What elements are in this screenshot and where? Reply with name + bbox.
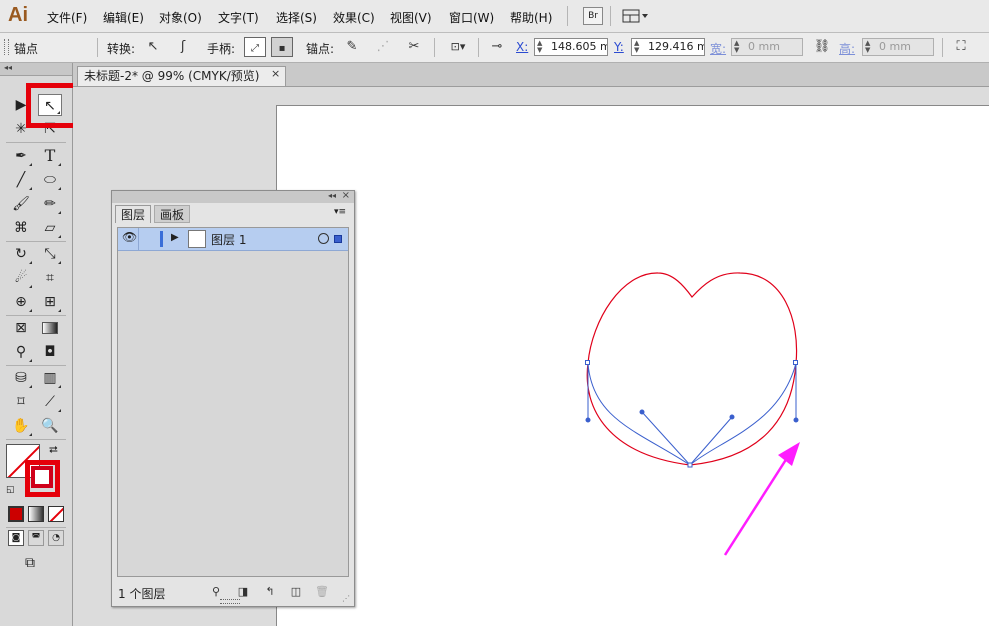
row-divider bbox=[138, 228, 139, 250]
layer-row[interactable]: 👁 ▶ 图层 1 bbox=[118, 228, 348, 251]
layer-name[interactable]: 图层 1 bbox=[211, 231, 246, 248]
layers-panel-header[interactable]: ◂◂ × bbox=[112, 190, 354, 203]
clipping-mask-icon[interactable]: ◨ bbox=[235, 585, 251, 599]
layer-thumbnail bbox=[188, 230, 206, 248]
target-circle-icon[interactable] bbox=[318, 233, 329, 244]
layers-panel: ◂◂ × 图层 画板 ▾≡ 👁 ▶ 图层 1 1 个图层 ⚲ ◨ ↰ ◫ 🗑 ⋰ bbox=[111, 190, 355, 607]
tab-artboards[interactable]: 画板 bbox=[154, 205, 191, 223]
panel-menu-icon[interactable]: ▾≡ bbox=[334, 207, 346, 217]
delete-layer-icon[interactable]: 🗑 bbox=[314, 585, 330, 599]
resize-grip-icon[interactable] bbox=[220, 599, 240, 604]
layer-count: 1 个图层 bbox=[118, 587, 166, 601]
close-panel-icon[interactable]: × bbox=[342, 190, 350, 201]
heart-path[interactable] bbox=[586, 272, 798, 466]
selection-indicator-icon[interactable] bbox=[334, 235, 342, 243]
visibility-eye-icon[interactable]: 👁 bbox=[122, 230, 137, 244]
new-layer-icon[interactable]: ◫ bbox=[288, 585, 304, 599]
resize-corner-icon[interactable]: ⋰ bbox=[342, 594, 350, 603]
annotation-arrow bbox=[723, 442, 800, 556]
layer-color-bar bbox=[160, 231, 163, 247]
new-sublayer-icon[interactable]: ↰ bbox=[262, 585, 278, 599]
layers-panel-footer: 1 个图层 ⚲ ◨ ↰ ◫ 🗑 ⋰ bbox=[112, 581, 354, 605]
direction-handles[interactable] bbox=[585, 363, 799, 466]
layers-list: 👁 ▶ 图层 1 bbox=[117, 227, 349, 577]
tab-layers[interactable]: 图层 bbox=[115, 205, 152, 223]
expand-triangle-icon[interactable]: ▶ bbox=[171, 232, 179, 243]
lock-toggle[interactable] bbox=[140, 231, 154, 247]
selected-segments[interactable] bbox=[587, 362, 797, 466]
locate-object-icon[interactable]: ⚲ bbox=[208, 585, 224, 599]
collapse-icon[interactable]: ◂◂ bbox=[328, 191, 336, 200]
